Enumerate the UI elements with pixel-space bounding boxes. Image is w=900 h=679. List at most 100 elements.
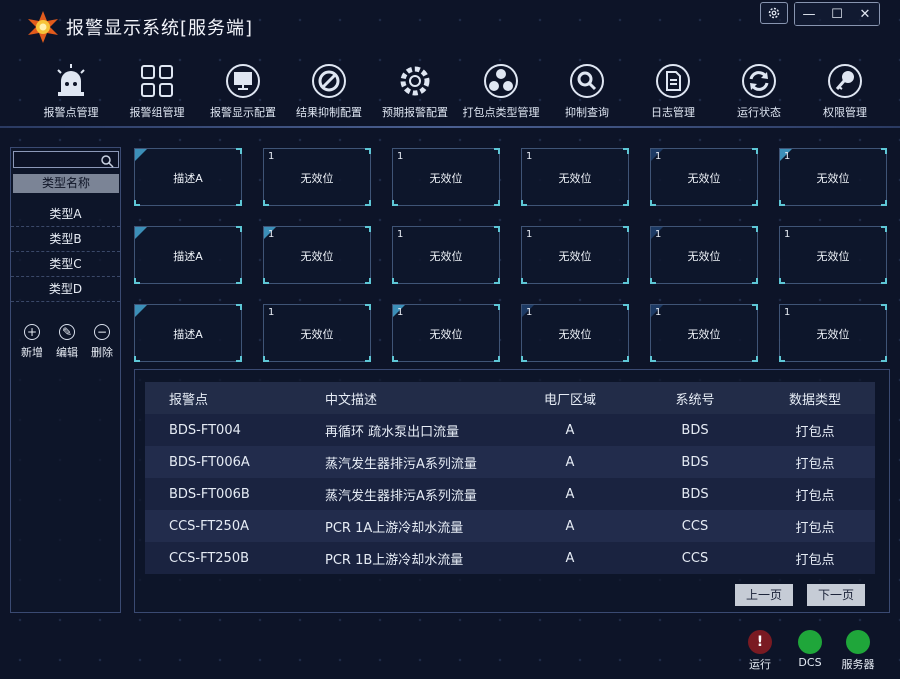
status-dot-icon <box>846 630 870 654</box>
corner-bracket-icon <box>881 226 887 232</box>
toolbar-alarm-point-management[interactable]: 报警点管理 <box>28 60 114 124</box>
alarm-tile[interactable]: 1 无效位 <box>650 148 758 206</box>
alarm-tile[interactable]: 1 无效位 <box>263 148 371 206</box>
corner-bracket-icon <box>236 356 242 362</box>
alarm-tile[interactable]: 描述A <box>134 304 242 362</box>
tile-number: 1 <box>784 229 791 240</box>
tile-number: 1 <box>784 151 791 162</box>
toolbar-divider <box>0 126 900 128</box>
tile-number: 1 <box>268 307 275 318</box>
corner-bracket-icon <box>752 200 758 206</box>
corner-bracket-icon <box>623 148 629 154</box>
alarm-tile[interactable]: 描述A <box>134 148 242 206</box>
table-cell: BDS <box>681 486 709 502</box>
corner-bracket-icon <box>881 278 887 284</box>
refresh-icon <box>716 60 802 102</box>
app-logo-icon <box>26 10 60 44</box>
toolbar-permission-management[interactable]: 权限管理 <box>802 60 888 124</box>
window-button-group: — ☐ ✕ <box>794 2 880 26</box>
table-cell: CCS-FT250A <box>169 518 249 534</box>
gear-icon <box>768 7 780 19</box>
status-label: DCS <box>798 656 822 669</box>
delete-button[interactable]: − 删除 <box>85 324 119 360</box>
alarm-tile[interactable]: 1 无效位 <box>392 226 500 284</box>
monitor-icon <box>200 60 286 102</box>
alarm-tile-grid: 描述A 1 无效位 1 无效位 1 无效位 1 无效位 1 无效位 描述A 1 无效位 1 无效位 1 无效位 1 无… <box>134 148 890 362</box>
minimize-button[interactable]: — <box>795 3 823 25</box>
table-cell: A <box>565 518 575 534</box>
window-controls: — ☐ ✕ <box>760 2 880 26</box>
minus-icon: − <box>94 324 110 340</box>
toolbar-expected-alarm-config[interactable]: 预期报警配置 <box>372 60 458 124</box>
type-list-item[interactable]: 类型A <box>11 202 120 227</box>
type-list: 类型A 类型B 类型C 类型D <box>11 202 120 302</box>
alarm-tile[interactable]: 1 无效位 <box>779 148 887 206</box>
add-button[interactable]: + 新增 <box>15 324 49 360</box>
corner-bracket-icon <box>881 356 887 362</box>
table-cell: CCS <box>681 550 709 566</box>
search-icon[interactable] <box>100 153 114 172</box>
tile-text: 描述A <box>173 250 203 263</box>
status-dot-icon <box>798 630 822 654</box>
type-list-item[interactable]: 类型B <box>11 227 120 252</box>
corner-bracket-icon <box>365 278 371 284</box>
settings-button[interactable] <box>760 2 788 24</box>
alarm-point-table: 报警点 中文描述 电厂区域 系统号 数据类型 BDS-FT004 再循环 疏水泵出… <box>145 382 875 574</box>
alarm-tile[interactable]: 描述A <box>134 226 242 284</box>
search-input[interactable] <box>13 151 119 168</box>
alarm-tile[interactable]: 1 无效位 <box>650 304 758 362</box>
tile-text: 无效位 <box>429 172 463 185</box>
alarm-tile[interactable]: 1 无效位 <box>392 304 500 362</box>
prev-page-button[interactable]: 上一页 <box>735 584 793 606</box>
toolbar-label: 抑制查询 <box>565 106 609 119</box>
alarm-tile[interactable]: 1 无效位 <box>263 304 371 362</box>
toolbar-log-management[interactable]: 日志管理 <box>630 60 716 124</box>
edit-button[interactable]: ✎ 编辑 <box>50 324 84 360</box>
table-cell: BDS <box>681 422 709 438</box>
table-row[interactable]: BDS-FT006A 蒸汽发生器排污A系列流量 A BDS 打包点 <box>145 446 875 478</box>
corner-bracket-icon <box>365 148 371 154</box>
toolbar-alarm-group-management[interactable]: 报警组管理 <box>114 60 200 124</box>
alarm-tile[interactable]: 1 无效位 <box>521 304 629 362</box>
tile-text: 无效位 <box>687 328 721 341</box>
pencil-icon: ✎ <box>59 324 75 340</box>
corner-bracket-icon <box>236 304 242 310</box>
alarm-tile[interactable]: 1 无效位 <box>650 226 758 284</box>
alarm-tile[interactable]: 1 无效位 <box>521 226 629 284</box>
edit-label: 编辑 <box>56 346 78 359</box>
type-list-item[interactable]: 类型D <box>11 277 120 302</box>
tile-text: 无效位 <box>816 172 850 185</box>
type-list-item[interactable]: 类型C <box>11 252 120 277</box>
alarm-tile[interactable]: 1 无效位 <box>779 304 887 362</box>
table-row[interactable]: BDS-FT004 再循环 疏水泵出口流量 A BDS 打包点 <box>145 414 875 446</box>
grid-icon <box>114 60 200 102</box>
table-row[interactable]: CCS-FT250B PCR 1B上游冷却水流量 A CCS 打包点 <box>145 542 875 574</box>
status-label: 运行 <box>749 658 771 671</box>
toolbar-alarm-display-config[interactable]: 报警显示配置 <box>200 60 286 124</box>
toolbar-label: 打包点类型管理 <box>462 106 540 119</box>
alarm-tile[interactable]: 1 无效位 <box>521 148 629 206</box>
toolbar-result-suppression-config[interactable]: 结果抑制配置 <box>286 60 372 124</box>
toolbar-suppression-query[interactable]: 抑制查询 <box>544 60 630 124</box>
maximize-button[interactable]: ☐ <box>823 3 851 25</box>
alarm-tile[interactable]: 1 无效位 <box>263 226 371 284</box>
next-page-button[interactable]: 下一页 <box>807 584 865 606</box>
table-cell: A <box>565 550 575 566</box>
column-header: 系统号 <box>675 392 715 408</box>
tile-number: 1 <box>397 307 404 318</box>
table-row[interactable]: BDS-FT006B 蒸汽发生器排污A系列流量 A BDS 打包点 <box>145 478 875 510</box>
alarm-tile[interactable]: 1 无效位 <box>392 148 500 206</box>
table-cell: 蒸汽发生器排污A系列流量 <box>325 456 477 472</box>
table-row[interactable]: CCS-FT250A PCR 1A上游冷却水流量 A CCS 打包点 <box>145 510 875 542</box>
toolbar-package-point-type-management[interactable]: 打包点类型管理 <box>458 60 544 124</box>
key-icon <box>802 60 888 102</box>
tile-text: 无效位 <box>558 172 592 185</box>
table-cell: BDS-FT006A <box>169 454 250 470</box>
table-cell: PCR 1B上游冷却水流量 <box>325 552 464 568</box>
status-label: 服务器 <box>841 658 875 671</box>
corner-bracket-icon <box>134 200 140 206</box>
close-button[interactable]: ✕ <box>851 3 879 25</box>
toolbar-run-status[interactable]: 运行状态 <box>716 60 802 124</box>
alarm-tile[interactable]: 1 无效位 <box>779 226 887 284</box>
table-cell: A <box>565 454 575 470</box>
